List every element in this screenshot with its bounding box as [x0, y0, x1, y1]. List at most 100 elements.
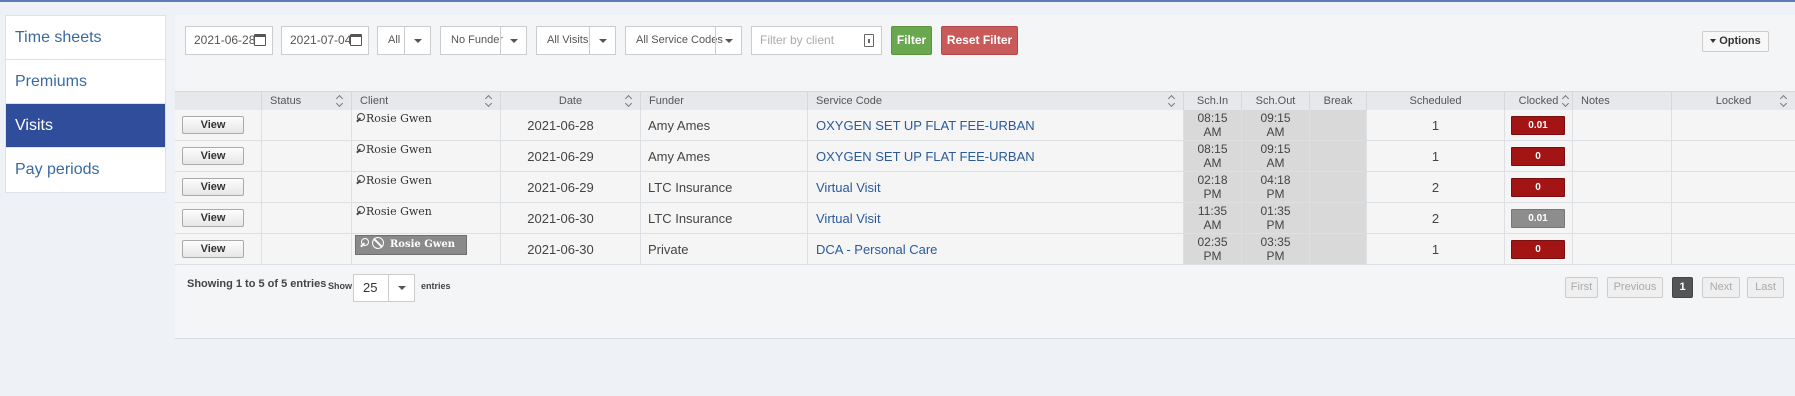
view-button[interactable]: View: [182, 209, 244, 227]
sidebar-item-visits[interactable]: Visits: [6, 104, 165, 148]
service-code-link[interactable]: OXYGEN SET UP FLAT FEE-URBAN: [816, 149, 1035, 164]
locked-cell: [1672, 141, 1795, 171]
sort-icon[interactable]: [336, 95, 344, 107]
sort-icon[interactable]: [1562, 95, 1570, 107]
service-code-link[interactable]: Virtual Visit: [816, 211, 881, 226]
client-link[interactable]: Rosie Gwen: [355, 112, 432, 125]
client-filter-input[interactable]: Filter by client: [751, 26, 882, 55]
client-link[interactable]: Rosie Gwen: [355, 205, 432, 218]
service-code-link[interactable]: Virtual Visit: [816, 180, 881, 195]
actions-cell: View: [175, 141, 262, 171]
table-row: View Rosie Gwen 2021-06-30 Private DCA - Per…: [175, 234, 1795, 265]
clocked-badge[interactable]: 0.01: [1511, 209, 1565, 228]
chevron-down-icon[interactable]: [404, 27, 430, 54]
all-select[interactable]: All: [377, 26, 431, 55]
sort-icon[interactable]: [485, 95, 493, 107]
clocked-cell: 0: [1505, 141, 1573, 171]
sch-in-cell: 02:18 PM: [1184, 172, 1242, 202]
col-sch-out-label: Sch.Out: [1255, 95, 1296, 107]
clocked-cell: 0.01: [1505, 110, 1573, 140]
sort-icon[interactable]: [1168, 95, 1176, 107]
status-cell: [262, 141, 352, 171]
view-button[interactable]: View: [182, 240, 244, 258]
pagination-last[interactable]: Last: [1747, 277, 1784, 298]
col-date[interactable]: Date: [501, 92, 641, 111]
end-date-input[interactable]: 2021-07-04: [281, 26, 369, 55]
options-button[interactable]: Options: [1702, 31, 1769, 52]
visits-select[interactable]: All Visits: [536, 26, 616, 55]
service-code-cell: OXYGEN SET UP FLAT FEE-URBAN: [808, 141, 1184, 171]
lock-icon: [864, 34, 874, 47]
col-client[interactable]: Client: [352, 92, 501, 111]
pagination-previous[interactable]: Previous: [1607, 277, 1663, 298]
col-funder: Funder: [641, 92, 808, 111]
date-cell: 2021-06-30: [501, 203, 641, 233]
sort-icon[interactable]: [625, 95, 633, 107]
clocked-badge[interactable]: 0: [1511, 147, 1565, 166]
clocked-badge[interactable]: 0: [1511, 240, 1565, 259]
filter-button[interactable]: Filter: [891, 26, 932, 55]
sch-out-cell: 09:15 AM: [1242, 141, 1310, 171]
chevron-down-icon[interactable]: [589, 27, 615, 54]
view-button[interactable]: View: [182, 178, 244, 196]
chevron-down-icon[interactable]: [500, 27, 526, 54]
chevron-down-icon[interactable]: [715, 27, 741, 54]
sch-out-time: 03:35: [1260, 235, 1291, 249]
col-locked[interactable]: Locked: [1672, 92, 1795, 111]
pagination-first[interactable]: First: [1565, 277, 1598, 298]
sidebar-item-premiums[interactable]: Premiums: [6, 60, 165, 104]
pagination-page-1[interactable]: 1: [1672, 277, 1693, 298]
date-cell: 2021-06-28: [501, 110, 641, 140]
scheduled-value: 1: [1431, 118, 1440, 133]
reset-filter-button[interactable]: Reset Filter: [941, 26, 1018, 55]
client-link[interactable]: Rosie Gwen: [355, 143, 432, 156]
table-header: Status Client Date Funder Service Code S…: [175, 91, 1795, 111]
client-name: Rosie Gwen: [390, 239, 456, 250]
funder-cell: Amy Ames: [641, 110, 808, 140]
col-clocked-label: Clocked: [1518, 95, 1559, 107]
view-button[interactable]: View: [182, 147, 244, 165]
sch-in-cell: 08:15 AM: [1184, 110, 1242, 140]
chevron-down-icon[interactable]: [388, 275, 414, 301]
service-code-link[interactable]: OXYGEN SET UP FLAT FEE-URBAN: [816, 118, 1035, 133]
actions-cell: View: [175, 172, 262, 202]
status-cell: [262, 110, 352, 140]
locked-cell: [1672, 234, 1795, 264]
sch-in-ampm: AM: [1203, 218, 1222, 232]
sch-out-time: 01:35: [1260, 204, 1291, 218]
date-value: 2021-06-28: [527, 118, 594, 133]
sidebar-item-time-sheets[interactable]: Time sheets: [6, 16, 165, 60]
table-row: View Rosie Gwen 2021-06-29 Amy Ames OXYGEN S…: [175, 141, 1795, 172]
col-clocked[interactable]: Clocked: [1505, 92, 1573, 111]
notes-cell: [1573, 203, 1672, 233]
clocked-badge[interactable]: 0.01: [1511, 116, 1565, 135]
locked-cell: [1672, 203, 1795, 233]
funder-select-value: No Funder: [451, 34, 503, 46]
col-service-code-label: Service Code: [816, 95, 883, 107]
funder-select[interactable]: No Funder: [440, 26, 527, 55]
col-service-code[interactable]: Service Code: [808, 92, 1184, 111]
service-code-link[interactable]: DCA - Personal Care: [816, 242, 937, 257]
calendar-icon: [350, 34, 362, 46]
date-value: 2021-06-29: [527, 180, 594, 195]
clocked-badge[interactable]: 0: [1511, 178, 1565, 197]
col-status[interactable]: Status: [262, 92, 352, 111]
actions-cell: View: [175, 234, 262, 264]
locked-cell: [1672, 172, 1795, 202]
pagination-next[interactable]: Next: [1702, 277, 1740, 298]
sort-icon[interactable]: [1780, 95, 1788, 107]
sch-out-cell: 09:15 AM: [1242, 110, 1310, 140]
sch-in-time: 11:35: [1197, 204, 1228, 218]
view-button[interactable]: View: [182, 116, 244, 134]
page-size-select[interactable]: 25: [353, 274, 415, 302]
col-notes: Notes: [1573, 92, 1672, 111]
client-link[interactable]: Rosie Gwen: [355, 174, 432, 187]
service-code-cell: Virtual Visit: [808, 172, 1184, 202]
service-codes-select[interactable]: All Service Codes: [625, 26, 742, 55]
client-badge[interactable]: Rosie Gwen: [355, 235, 467, 255]
scheduled-cell: 1: [1367, 110, 1505, 140]
start-date-input[interactable]: 2021-06-28: [185, 26, 273, 55]
funder-value: Amy Ames: [648, 118, 711, 133]
break-cell: [1310, 110, 1367, 140]
sidebar-item-pay-periods[interactable]: Pay periods: [6, 148, 165, 192]
